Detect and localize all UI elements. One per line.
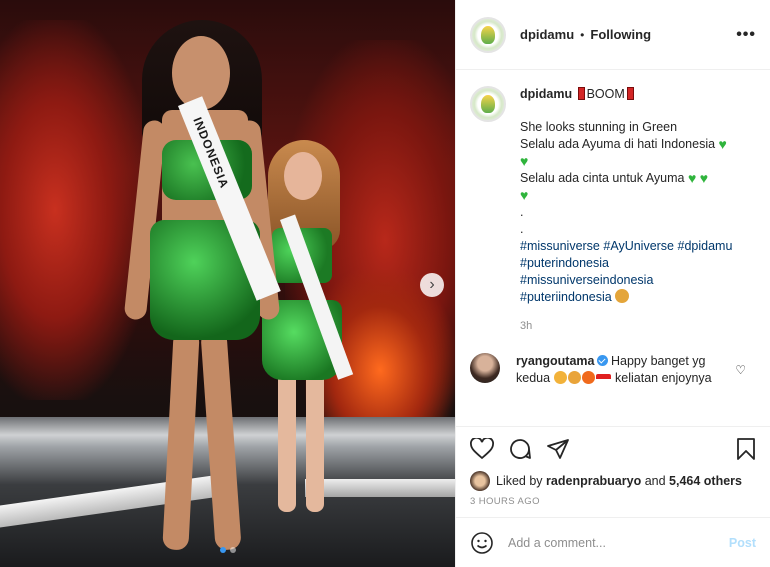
caption-username[interactable]: dpidamu <box>520 87 572 101</box>
like-comment-icon[interactable]: ♡ <box>735 363 746 377</box>
caption-line: Selalu ada cinta untuk Ayuma <box>520 171 685 185</box>
green-heart-icon: ♥ <box>699 170 709 186</box>
comment-text: keliatan enjoynya <box>615 371 712 385</box>
caption-avatar[interactable] <box>470 86 506 122</box>
post-side-panel: dpidamu • Following ••• dpidamu BOOM She… <box>455 0 770 567</box>
author-avatar[interactable] <box>470 16 506 53</box>
lion-emoji-icon <box>614 289 629 303</box>
bookmark-icon[interactable] <box>736 437 756 461</box>
carousel-next-button[interactable]: › <box>420 273 444 297</box>
likes-count[interactable]: 5,464 others <box>669 474 742 488</box>
hashtag-link[interactable]: #puteriindonesia <box>520 290 612 304</box>
comment-bubble-icon[interactable] <box>508 437 532 461</box>
liker-avatar[interactable] <box>470 471 490 491</box>
heart-eyes-emoji-icon <box>553 371 567 384</box>
hashtag-link[interactable]: #missuniverseindonesia <box>520 273 653 287</box>
hashtag-link[interactable]: #puterindonesia <box>520 256 609 270</box>
hashtag-link[interactable]: #dpidamu <box>678 239 733 253</box>
fire-emoji-icon <box>581 371 595 384</box>
carousel-dots <box>0 547 455 553</box>
following-button[interactable]: Following <box>590 27 651 42</box>
green-heart-icon: ♥ <box>520 153 529 169</box>
caption-line: She looks stunning in Green <box>520 120 678 134</box>
post-timestamp[interactable]: 3 HOURS AGO <box>456 492 770 517</box>
caption: dpidamu BOOM She looks stunning in Green… <box>470 86 756 335</box>
green-heart-icon: ♥ <box>687 170 697 186</box>
comment-item: ryangoutama Happy banget yg kedua keliat… <box>470 353 756 387</box>
likes-prefix: Liked by <box>496 474 543 488</box>
emoji-smiley-icon[interactable] <box>470 531 494 555</box>
share-paper-plane-icon[interactable] <box>546 437 570 461</box>
screaming-emoji-icon <box>567 371 581 384</box>
firecracker-icon <box>626 87 634 100</box>
liker-username[interactable]: radenprabuaryo <box>546 474 641 488</box>
chevron-right-icon: › <box>429 276 435 293</box>
caption-line: Selalu ada Ayuma di hati Indonesia <box>520 137 716 151</box>
like-heart-icon[interactable] <box>470 437 494 460</box>
post-photo[interactable]: INDONESIA › <box>0 0 455 567</box>
foreground-model: INDONESIA <box>120 20 281 560</box>
likes-summary: Liked by radenprabuaryo and 5,464 others <box>456 470 770 492</box>
hashtag-link[interactable]: #missuniverse <box>520 239 600 253</box>
caption-body: dpidamu BOOM She looks stunning in Green… <box>520 86 732 335</box>
instagram-post: INDONESIA › dpidamu • Following ••• dpid… <box>0 0 770 567</box>
indonesia-flag-icon <box>595 374 611 384</box>
comment-input[interactable] <box>508 535 729 550</box>
author-username[interactable]: dpidamu <box>520 27 574 42</box>
more-options-icon[interactable]: ••• <box>736 26 756 44</box>
post-comment-button[interactable]: Post <box>729 536 756 550</box>
commenter-username[interactable]: ryangoutama <box>516 354 595 368</box>
action-bar <box>456 426 770 470</box>
green-heart-icon: ♥ <box>520 187 529 203</box>
carousel-dot <box>229 547 236 553</box>
caption-dot: . <box>520 205 524 219</box>
carousel-dot-active <box>219 547 226 553</box>
hashtag-link[interactable]: #AyUniverse <box>603 239 674 253</box>
firecracker-icon <box>577 87 585 100</box>
post-header: dpidamu • Following ••• <box>456 0 770 70</box>
add-comment-bar: Post <box>456 517 770 567</box>
commenter-avatar[interactable] <box>470 353 500 383</box>
caption-dot: . <box>520 222 524 236</box>
comment-body: ryangoutama Happy banget yg kedua keliat… <box>516 353 726 387</box>
caption-time[interactable]: 3h <box>520 318 732 335</box>
likes-and: and <box>644 474 666 488</box>
verified-badge-icon <box>596 355 608 366</box>
green-heart-icon: ♥ <box>718 136 727 152</box>
comments-section: dpidamu BOOM She looks stunning in Green… <box>456 70 770 426</box>
caption-title: BOOM <box>586 87 625 101</box>
separator-dot: • <box>580 27 585 42</box>
